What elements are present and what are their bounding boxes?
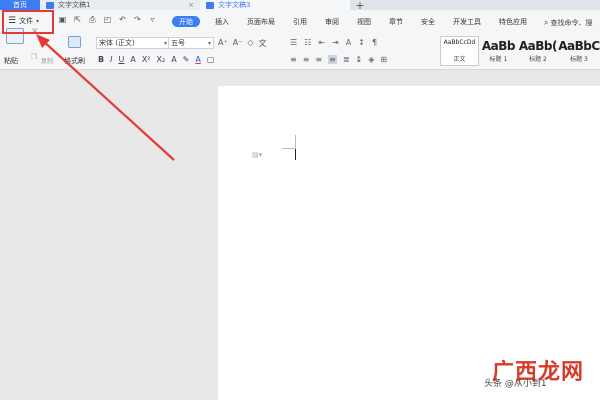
- shading-icon[interactable]: ◈: [368, 55, 374, 64]
- char-border-icon[interactable]: ▢: [207, 55, 215, 64]
- style-heading-3[interactable]: AaBbC 标题 3: [558, 36, 600, 66]
- strikethrough-icon[interactable]: A: [130, 55, 135, 64]
- tab-bar: 首页 文字文稿1 × 文字文稿3 +: [0, 0, 600, 12]
- watermark-sub: 头条 @从小到1: [484, 379, 547, 389]
- paragraph-tools-row-1: ☰ ☷ ⇤ ⇥ A ↕ ¶: [290, 38, 377, 47]
- text-effect-icon[interactable]: A: [171, 55, 176, 64]
- watermark: 广西龙网 头条 @从小到1: [484, 354, 584, 389]
- font-size-value: 五号: [171, 39, 185, 47]
- numbered-list-icon[interactable]: ☷: [304, 38, 311, 47]
- tab-document-1-label: 文字文稿1: [58, 1, 91, 9]
- search-icon: ⌕: [544, 18, 549, 27]
- command-search[interactable]: ⌕ 查找命令、搜: [544, 18, 592, 28]
- file-menu-highlight: [2, 10, 54, 34]
- chevron-down-icon: ▾: [207, 39, 211, 47]
- font-family-select[interactable]: 宋体 (正文) ▾: [96, 37, 170, 49]
- style-heading-1[interactable]: AaBb 标题 1: [479, 36, 518, 66]
- print-icon[interactable]: ⎙: [88, 15, 97, 25]
- style-name: 正文: [453, 56, 466, 63]
- font-size-tools: A⁺ A⁻ ◇ 文: [218, 38, 267, 49]
- text-cursor: [295, 149, 296, 160]
- styles-gallery: AaBbCcDd 正文 AaBb 标题 1 AaBb( 标题 2 AaBbC 标…: [440, 36, 600, 66]
- tab-sections[interactable]: 章节: [380, 16, 412, 27]
- align-left-icon[interactable]: ≡: [290, 55, 297, 64]
- chinese-layout-icon[interactable]: A: [346, 38, 351, 47]
- clear-format-icon[interactable]: ◇: [247, 38, 253, 49]
- save-icon[interactable]: ▣: [58, 15, 67, 25]
- borders-icon[interactable]: ⊞: [380, 55, 387, 64]
- italic-icon[interactable]: I: [110, 55, 112, 64]
- paste-button[interactable]: 粘贴: [4, 56, 18, 66]
- underline-icon[interactable]: U: [118, 55, 124, 64]
- tab-start[interactable]: 开始: [172, 16, 200, 27]
- style-name: 标题 2: [529, 56, 547, 63]
- decrease-indent-icon[interactable]: ⇤: [318, 38, 325, 47]
- undo-icon[interactable]: ↶: [118, 15, 127, 25]
- text-format-tools: B I U A X² X₂ A ✎ A ▢: [98, 55, 214, 64]
- style-preview: AaBbC: [558, 39, 600, 53]
- style-heading-2[interactable]: AaBb( 标题 2: [518, 36, 558, 66]
- paragraph-layout-icon[interactable]: ▤▾: [252, 151, 262, 159]
- font-family-value: 宋体 (正文): [99, 39, 135, 47]
- bold-icon[interactable]: B: [98, 55, 104, 64]
- shrink-font-icon[interactable]: A⁻: [233, 38, 243, 49]
- quick-access-toolbar: ▣ ⇱ ⎙ ◰ ↶ ↷ ▿: [58, 15, 157, 25]
- export-icon[interactable]: ⇱: [73, 15, 82, 25]
- redo-icon[interactable]: ↷: [133, 15, 142, 25]
- tab-document-3[interactable]: 文字文稿3: [200, 0, 350, 10]
- bullet-list-icon[interactable]: ☰: [290, 38, 297, 47]
- sort-icon[interactable]: ↕: [358, 38, 365, 47]
- style-preview: AaBb: [481, 39, 516, 53]
- paragraph-tools-row-2: ≡ ≡ ≡ ≡ ≣ ↨ ◈ ⊞: [290, 55, 387, 64]
- copy-button[interactable]: 复制: [41, 56, 53, 65]
- line-spacing-icon[interactable]: ↨: [356, 55, 363, 64]
- copy-icon[interactable]: ❐: [31, 53, 37, 61]
- style-preview: AaBb(: [518, 39, 558, 53]
- chevron-down-icon: ▾: [163, 39, 167, 47]
- tab-home-label: 首页: [13, 1, 27, 9]
- ribbon-tabs: 开始 插入 页面布局 引用 审阅 视图 章节 安全 开发工具 特色应用: [172, 16, 536, 27]
- font-color-icon[interactable]: A: [195, 55, 200, 64]
- preview-icon[interactable]: ◰: [103, 15, 112, 25]
- highlight-icon[interactable]: ✎: [183, 55, 190, 64]
- grow-font-icon[interactable]: A⁺: [218, 38, 228, 49]
- tab-references[interactable]: 引用: [284, 16, 316, 27]
- align-right-icon[interactable]: ≡: [315, 55, 322, 64]
- style-preview: AaBbCcDd: [443, 39, 476, 46]
- distributed-icon[interactable]: ≣: [343, 55, 350, 64]
- tab-developer[interactable]: 开发工具: [444, 16, 490, 27]
- format-painter-button[interactable]: 格式刷: [64, 56, 85, 66]
- tab-security[interactable]: 安全: [412, 16, 444, 27]
- style-name: 标题 1: [489, 56, 508, 63]
- style-name: 标题 3: [570, 56, 588, 63]
- tab-review[interactable]: 审阅: [316, 16, 348, 27]
- superscript-icon[interactable]: X²: [142, 55, 151, 64]
- show-marks-icon[interactable]: ¶: [372, 38, 377, 47]
- font-size-select[interactable]: 五号 ▾: [168, 37, 214, 49]
- tab-view[interactable]: 视图: [348, 16, 380, 27]
- tab-document-3-label: 文字文稿3: [218, 1, 251, 9]
- tab-page-layout[interactable]: 页面布局: [238, 16, 284, 27]
- customize-icon[interactable]: ▿: [148, 15, 157, 25]
- document-icon: [46, 1, 54, 9]
- justify-icon[interactable]: ≡: [328, 55, 337, 64]
- add-tab-button[interactable]: +: [350, 0, 370, 12]
- increase-indent-icon[interactable]: ⇥: [332, 38, 339, 47]
- tab-home[interactable]: 首页: [0, 0, 40, 10]
- align-center-icon[interactable]: ≡: [303, 55, 310, 64]
- style-normal[interactable]: AaBbCcDd 正文: [440, 36, 479, 66]
- close-icon[interactable]: ×: [188, 1, 194, 9]
- margin-corner-mark: [282, 135, 296, 149]
- tab-special-apps[interactable]: 特色应用: [490, 16, 536, 27]
- document-icon: [206, 1, 214, 9]
- search-placeholder: 查找命令、搜: [550, 19, 593, 27]
- pinyin-icon[interactable]: 文: [259, 38, 267, 49]
- subscript-icon[interactable]: X₂: [157, 55, 166, 64]
- format-painter-icon[interactable]: [68, 36, 81, 48]
- tab-document-1[interactable]: 文字文稿1 ×: [40, 0, 200, 10]
- tab-insert[interactable]: 插入: [206, 16, 238, 27]
- document-page[interactable]: [218, 86, 600, 400]
